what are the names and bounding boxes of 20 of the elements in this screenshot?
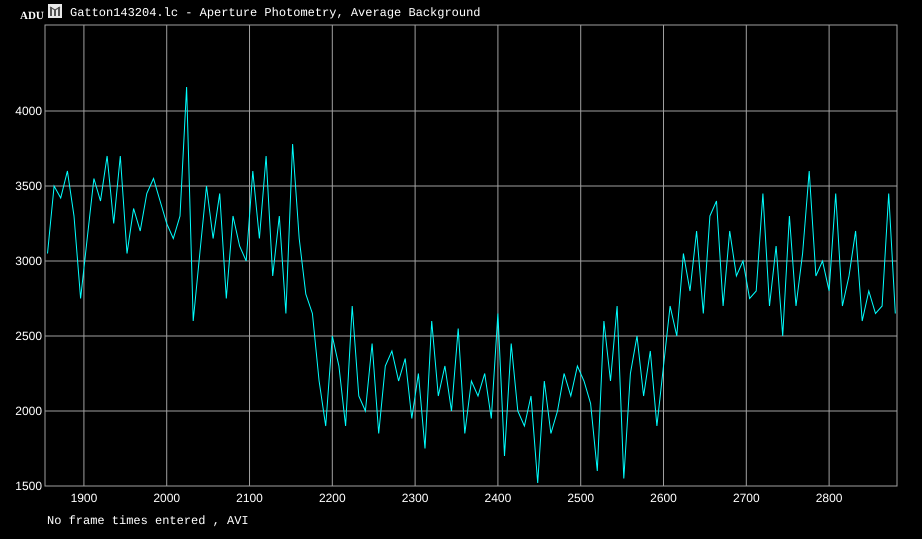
x-tick-label: 1900 [70, 491, 98, 505]
y-tick-label: 2500 [15, 328, 42, 343]
x-tick-label: 2400 [484, 491, 512, 505]
y-tick-label: 2000 [15, 404, 42, 418]
y-tick-label: 3000 [15, 254, 42, 268]
x-tick-label: 2700 [732, 491, 760, 505]
x-tick-label: 2100 [236, 491, 263, 505]
y-tick-label: 4000 [15, 104, 42, 118]
x-tick-label: 2200 [318, 491, 346, 505]
y-tick-label: 1500 [15, 479, 42, 493]
status-text: No frame times entered , AVI [47, 514, 249, 528]
x-tick-label: 2000 [153, 491, 180, 505]
app-icon [48, 4, 62, 18]
x-tick-label: 2600 [650, 491, 677, 505]
axis-label: ADU [20, 9, 45, 24]
x-tick-label: 2800 [816, 491, 842, 505]
x-tick-label: 2500 [567, 491, 594, 505]
window-title: Gatton143204.lc - Aperture Photometry, Average Background [70, 5, 480, 22]
y-tick-label: 3500 [15, 178, 42, 193]
x-tick-label: 2300 [402, 491, 428, 505]
